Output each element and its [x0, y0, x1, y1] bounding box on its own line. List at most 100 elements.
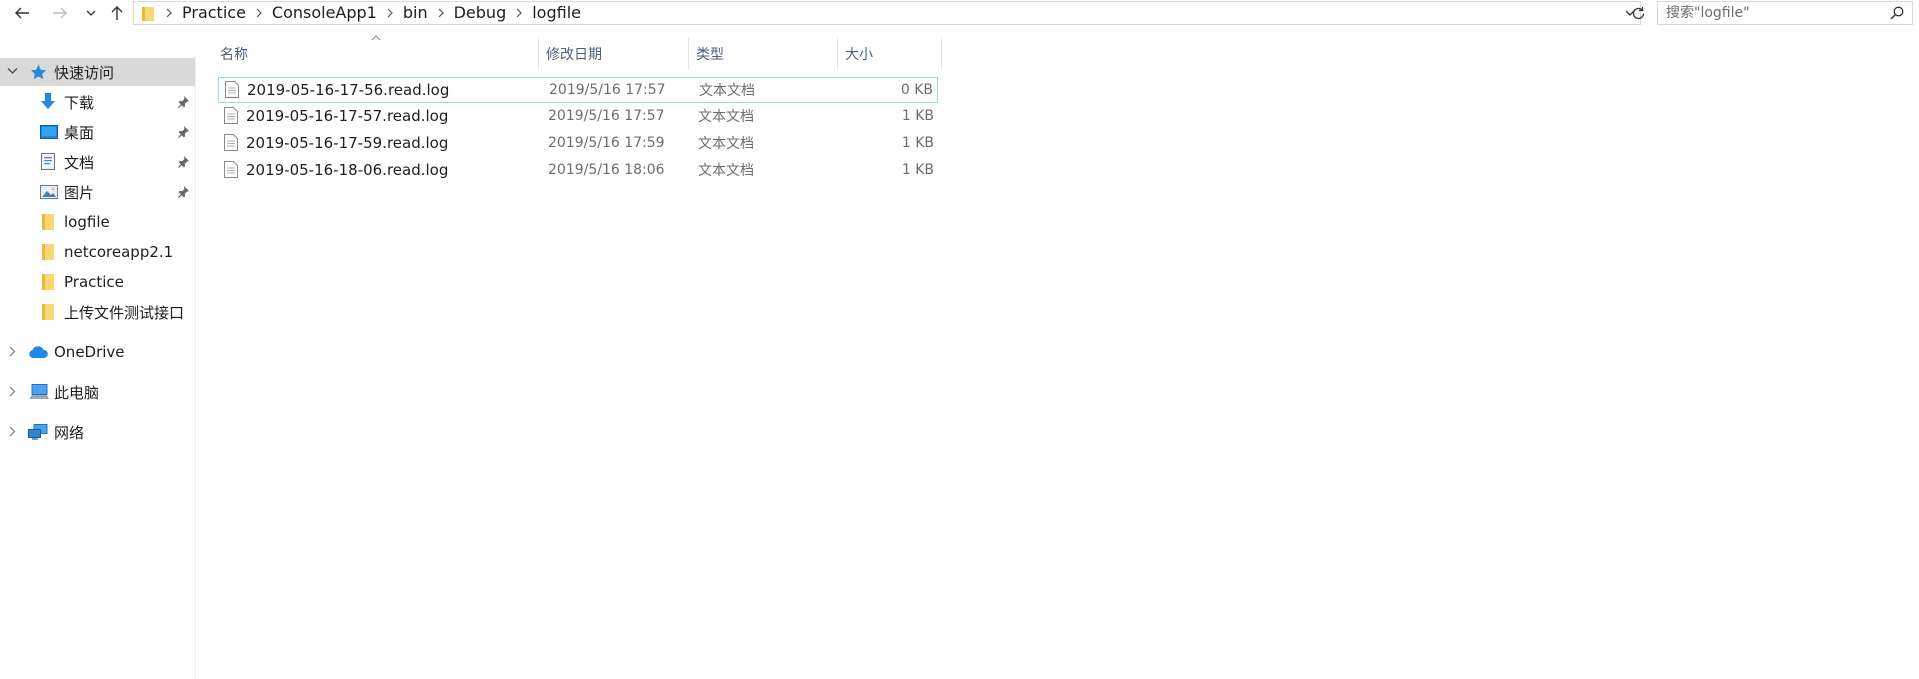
download-icon [40, 93, 56, 111]
computer-icon [29, 384, 49, 400]
search-icon[interactable] [1890, 6, 1904, 20]
breadcrumb-item[interactable]: Practice [176, 2, 252, 24]
chevron-right-icon[interactable] [9, 346, 16, 357]
forward-button[interactable] [49, 0, 71, 26]
chevron-right-icon[interactable] [9, 386, 16, 397]
file-type: 文本文档 [699, 83, 755, 99]
column-divider[interactable] [538, 38, 539, 70]
column-header-size[interactable]: 大小 [845, 38, 873, 70]
file-size: 1 KB [901, 135, 934, 151]
file-row[interactable]: 2019-05-16-17-57.read.log 2019/5/16 17:5… [218, 104, 938, 130]
pane-divider[interactable] [195, 55, 196, 679]
column-header-name[interactable]: 名称 [220, 38, 248, 70]
text-file-icon [224, 161, 238, 178]
address-bar[interactable]: Practice ConsoleApp1 bin Debug logfile [133, 1, 1641, 25]
sidebar-item-downloads[interactable]: 下载 [0, 88, 195, 116]
breadcrumb-item[interactable]: logfile [526, 2, 587, 24]
column-header-type[interactable]: 类型 [696, 38, 724, 70]
sidebar-item-label: 桌面 [64, 123, 95, 142]
sidebar-item-pictures[interactable]: 图片 [0, 178, 195, 206]
sidebar-item-practice[interactable]: Practice [0, 268, 195, 296]
breadcrumb-item[interactable]: bin [397, 2, 434, 24]
navigation-pane: 快速访问 下载 桌面 文档 图片 logfile netcoreapp2.1 P… [0, 55, 195, 679]
column-header-date[interactable]: 修改日期 [546, 38, 602, 70]
column-divider[interactable] [941, 38, 942, 70]
file-size: 1 KB [901, 108, 934, 124]
network-icon [28, 424, 48, 440]
sidebar-item-label: 文档 [64, 153, 95, 172]
pin-icon[interactable] [178, 96, 189, 108]
chevron-right-icon[interactable] [434, 8, 448, 18]
recent-locations-button[interactable] [80, 0, 102, 26]
file-date: 2019/5/16 17:59 [548, 135, 665, 151]
file-name: 2019-05-16-17-56.read.log [247, 81, 450, 99]
chevron-right-icon[interactable] [383, 8, 397, 18]
chevron-down-icon [86, 10, 96, 16]
pin-icon[interactable] [178, 156, 189, 168]
sidebar-item-desktop[interactable]: 桌面 [0, 118, 195, 146]
sidebar-item-netcoreapp[interactable]: netcoreapp2.1 [0, 238, 195, 266]
sidebar-item-network[interactable]: 网络 [0, 418, 195, 446]
arrow-left-icon [15, 7, 29, 19]
sidebar-item-logfile[interactable]: logfile [0, 208, 195, 236]
sidebar-item-quick-access[interactable]: 快速访问 [0, 58, 195, 86]
folder-icon [42, 274, 54, 290]
sidebar-item-label: 网络 [54, 423, 85, 442]
file-row[interactable]: 2019-05-16-18-06.read.log 2019/5/16 18:0… [218, 158, 938, 184]
sidebar-item-label: 此电脑 [54, 383, 100, 402]
sidebar-item-label: 图片 [64, 183, 95, 202]
search-input[interactable] [1666, 5, 1876, 21]
file-date: 2019/5/16 17:57 [548, 108, 665, 124]
file-name: 2019-05-16-18-06.read.log [246, 161, 449, 179]
back-button[interactable] [11, 0, 33, 26]
sidebar-item-label: 快速访问 [54, 63, 115, 82]
file-type: 文本文档 [698, 163, 754, 179]
folder-icon [42, 214, 54, 230]
sidebar-item-upload-test[interactable]: 上传文件测试接口 [0, 298, 195, 326]
sidebar-item-label: 上传文件测试接口 [64, 303, 185, 322]
arrow-right-icon [53, 7, 67, 19]
chevron-down-icon[interactable] [7, 67, 18, 75]
file-date: 2019/5/16 17:57 [549, 82, 666, 98]
chevron-right-icon[interactable] [9, 426, 16, 437]
text-file-icon [224, 134, 238, 151]
pin-icon[interactable] [178, 126, 189, 138]
sidebar-item-onedrive[interactable]: OneDrive [0, 338, 195, 366]
breadcrumb-item[interactable]: ConsoleApp1 [266, 2, 383, 24]
file-type: 文本文档 [698, 136, 754, 152]
sidebar-item-this-pc[interactable]: 此电脑 [0, 378, 195, 406]
pictures-icon [40, 185, 58, 199]
pin-icon[interactable] [178, 186, 189, 198]
desktop-icon [40, 125, 58, 139]
sidebar-item-label: logfile [64, 213, 110, 231]
refresh-button[interactable] [1626, 0, 1650, 26]
breadcrumb: Practice ConsoleApp1 bin Debug logfile [162, 2, 587, 24]
sidebar-item-label: OneDrive [54, 343, 125, 361]
breadcrumb-item[interactable]: Debug [448, 2, 513, 24]
sidebar-item-label: 下载 [64, 93, 95, 112]
refresh-icon [1632, 6, 1644, 19]
cloud-icon [28, 346, 48, 358]
chevron-right-icon[interactable] [512, 8, 526, 18]
documents-icon [41, 153, 55, 170]
search-box[interactable] [1657, 1, 1913, 25]
sort-ascending-icon [371, 35, 381, 41]
star-icon [30, 64, 47, 80]
up-button[interactable] [106, 0, 128, 26]
sidebar-item-label: netcoreapp2.1 [64, 243, 174, 261]
file-name: 2019-05-16-17-59.read.log [246, 134, 449, 152]
folder-icon [142, 7, 154, 21]
chevron-right-icon[interactable] [252, 8, 266, 18]
file-date: 2019/5/16 18:06 [548, 162, 665, 178]
file-size: 0 KB [900, 82, 933, 98]
file-name: 2019-05-16-17-57.read.log [246, 107, 449, 125]
navigation-bar: Practice ConsoleApp1 bin Debug logfile [0, 0, 1919, 26]
file-row[interactable]: 2019-05-16-17-56.read.log 2019/5/16 17:5… [218, 77, 938, 103]
file-row[interactable]: 2019-05-16-17-59.read.log 2019/5/16 17:5… [218, 131, 938, 157]
arrow-up-icon [111, 6, 123, 20]
column-divider[interactable] [837, 38, 838, 70]
column-divider[interactable] [688, 38, 689, 70]
folder-icon [42, 244, 54, 260]
sidebar-item-documents[interactable]: 文档 [0, 148, 195, 176]
file-size: 1 KB [901, 162, 934, 178]
